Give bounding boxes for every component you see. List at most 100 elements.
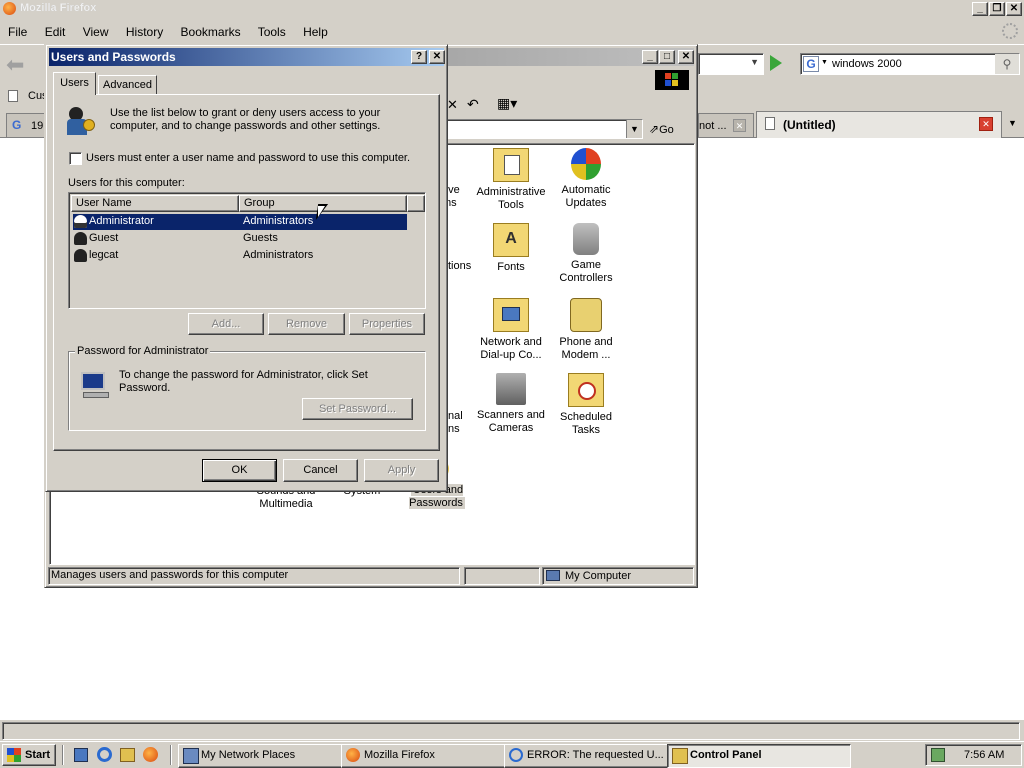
firefox-task-icon <box>346 748 360 762</box>
status-text: Manages users and passwords for this com… <box>48 567 460 585</box>
tab-close-icon[interactable]: ✕ <box>979 117 993 131</box>
go-icon: ⇗ <box>649 122 660 136</box>
ie-task-icon <box>509 748 523 762</box>
firefox-titlebar[interactable]: Mozilla Firefox _ ❐ ✕ <box>0 0 1024 18</box>
status-zone: My Computer <box>542 567 694 585</box>
undo-icon[interactable]: ↶ <box>467 96 479 113</box>
go-button[interactable]: ⇗Go <box>649 119 689 139</box>
fonts-icon: A <box>493 223 529 257</box>
windows-flag-icon <box>7 748 21 762</box>
menu-help[interactable]: Help <box>303 25 328 39</box>
menu-tools[interactable]: Tools <box>258 25 286 39</box>
tab-active[interactable]: (Untitled) ✕ <box>756 111 1002 138</box>
network-icon <box>493 298 529 332</box>
remove-user-button[interactable]: Remove <box>268 313 345 335</box>
control-panel-task-icon <box>672 748 688 764</box>
users-listview[interactable]: User Name Group Administrator Administra… <box>68 192 426 309</box>
cp-item-fonts[interactable]: A Fonts <box>471 223 551 274</box>
column-user-name[interactable]: User Name <box>71 195 239 212</box>
address-chevron-icon[interactable]: ▼ <box>626 120 642 138</box>
url-dropdown[interactable]: ▼ <box>698 53 764 75</box>
cp-minimize-button[interactable]: _ <box>642 50 658 64</box>
ok-button[interactable]: OK <box>202 459 277 482</box>
network-tray-icon[interactable] <box>931 748 945 762</box>
menu-bookmarks[interactable]: Bookmarks <box>181 25 241 39</box>
google-tab-icon: G <box>12 118 22 132</box>
restore-button[interactable]: ❐ <box>989 2 1005 16</box>
chevron-down-icon: ▼ <box>750 57 759 67</box>
cp-item-game-controllers[interactable]: Game Controllers <box>546 223 626 285</box>
dialog-title: Users and Passwords <box>51 50 176 64</box>
search-icon[interactable]: ⚲ <box>995 54 1019 74</box>
quicklaunch-ie-icon[interactable] <box>97 747 112 762</box>
user-row-legcat[interactable]: legcat Administrators <box>73 248 407 264</box>
user-row-administrator[interactable]: Administrator Administrators <box>73 214 407 230</box>
quicklaunch-desktop-icon[interactable] <box>74 748 88 762</box>
menu-edit[interactable]: Edit <box>45 25 66 39</box>
search-input[interactable]: windows 2000 <box>832 58 902 70</box>
tab-list-chevron-icon[interactable]: ▼ <box>1008 118 1017 128</box>
menu-file[interactable]: File <box>8 25 27 39</box>
user-icon <box>74 249 87 262</box>
cp-address-box[interactable]: ▼ <box>445 119 643 139</box>
menu-view[interactable]: View <box>83 25 109 39</box>
dialog-close-button[interactable]: ✕ <box>429 50 445 64</box>
minimize-button[interactable]: _ <box>972 2 988 16</box>
user-icon <box>74 232 87 245</box>
views-icon[interactable]: ▦▾ <box>497 95 517 112</box>
cp-maximize-button[interactable]: □ <box>659 50 675 64</box>
add-user-button[interactable]: Add... <box>188 313 264 335</box>
cp-item-automatic-updates[interactable]: Automatic Updates <box>546 148 626 210</box>
user-row-guest[interactable]: Guest Guests <box>73 231 407 247</box>
password-text: To change the password for Administrator… <box>119 369 368 394</box>
tab-active-label: (Untitled) <box>783 118 836 132</box>
menu-history[interactable]: History <box>126 25 163 39</box>
delete-icon[interactable]: ✕ <box>447 97 458 113</box>
dialog-titlebar[interactable]: Users and Passwords ? ✕ <box>49 48 445 66</box>
tab-left-label: 19 <box>31 120 44 132</box>
cancel-button[interactable]: Cancel <box>283 459 358 482</box>
task-my-network-places[interactable]: My Network Places <box>178 744 362 768</box>
apply-button[interactable]: Apply <box>364 459 439 482</box>
bookmark-page-icon <box>8 90 18 102</box>
cp-toolbar: ✕ ↶ ▦▾ <box>445 95 695 115</box>
task-error-page[interactable]: ERROR: The requested U... <box>504 744 688 768</box>
tab-mid[interactable]: not ... ✕ <box>698 113 754 137</box>
cp-item-phone-modem[interactable]: Phone and Modem ... <box>546 298 626 362</box>
cp-item-scheduled-tasks[interactable]: Scheduled Tasks <box>546 373 626 437</box>
tab-close-icon[interactable]: ✕ <box>733 119 746 132</box>
phone-icon <box>570 298 602 332</box>
search-engine-box[interactable]: G ▼ windows 2000 ⚲ <box>800 53 1020 75</box>
quicklaunch-firefox-icon[interactable] <box>143 747 158 762</box>
set-password-button[interactable]: Set Password... <box>302 398 413 420</box>
network-places-icon <box>183 748 199 764</box>
login-checkbox[interactable] <box>69 152 82 165</box>
task-control-panel[interactable]: Control Panel <box>667 744 851 768</box>
cp-close-button[interactable]: ✕ <box>678 50 694 64</box>
firefox-menubar: File Edit View History Bookmarks Tools H… <box>0 18 1024 44</box>
quicklaunch-explorer-icon[interactable] <box>120 748 135 762</box>
login-checkbox-label[interactable]: Users must enter a user name and passwor… <box>86 152 410 164</box>
password-group-title: Password for Administrator <box>75 345 211 357</box>
tab-panel: Use the list below to grant or deny user… <box>53 94 440 451</box>
firefox-statusbar <box>0 719 1024 741</box>
cp-item-scanners[interactable]: Scanners and Cameras <box>471 373 551 435</box>
scanner-icon <box>496 373 526 405</box>
help-button[interactable]: ? <box>411 50 427 64</box>
start-button[interactable]: Start <box>2 744 56 766</box>
close-button[interactable]: ✕ <box>1006 2 1022 16</box>
tab-advanced[interactable]: Advanced <box>98 75 157 94</box>
joystick-icon <box>573 223 599 255</box>
task-mozilla-firefox[interactable]: Mozilla Firefox <box>341 744 525 768</box>
tab-users[interactable]: Users <box>53 72 96 95</box>
properties-button[interactable]: Properties <box>349 313 425 335</box>
cp-item-network[interactable]: Network and Dial-up Co... <box>471 298 551 362</box>
clock[interactable]: 7:56 AM <box>964 749 1004 761</box>
go-label: Go <box>659 124 674 136</box>
windows-logo-icon <box>655 70 689 90</box>
back-arrow-icon[interactable]: ⬅ <box>6 54 24 76</box>
go-arrow-icon[interactable] <box>770 55 782 71</box>
computer-password-icon <box>81 370 111 400</box>
cp-item-admin-tools[interactable]: Administrative Tools <box>471 148 551 212</box>
user-icon <box>74 215 87 228</box>
